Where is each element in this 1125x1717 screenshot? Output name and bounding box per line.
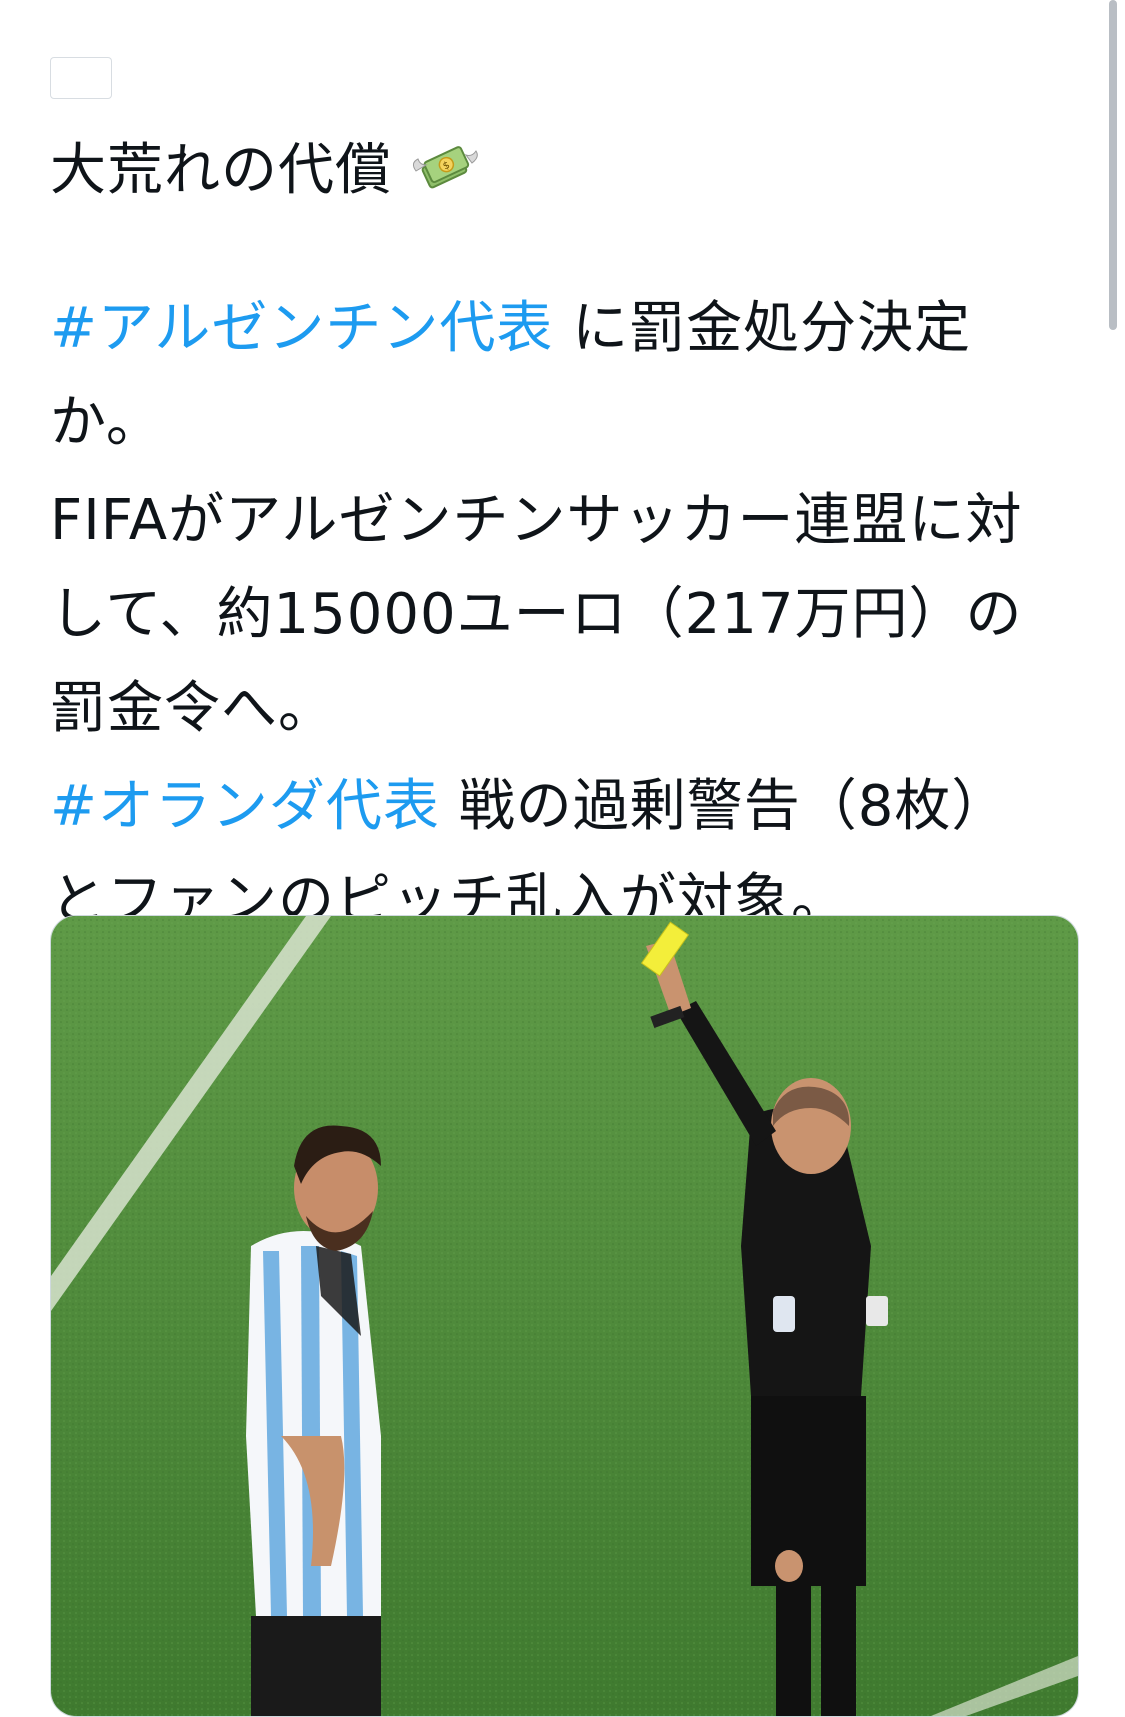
fifa-badge [773, 1296, 795, 1332]
scrollbar[interactable] [1109, 0, 1117, 330]
headline-text: 大荒れの代償 [50, 138, 392, 203]
paragraph-2-text: FIFAがアルゼンチンサッカー連盟に対して、約15000ユーロ（217万円）の罰… [50, 488, 1023, 741]
tweet-paragraph-1: #アルゼンチン代表 に罰金処分決定か。 [50, 282, 1060, 470]
hashtag-netherlands[interactable]: #オランダ代表 [50, 774, 440, 839]
tweet-text: 大荒れの代償 $ #アルゼンチン代表 に罰金処分決定か。 FIFAがアルゼンチン… [50, 30, 1060, 948]
tweet-headline [50, 30, 1060, 124]
tweet-paragraph-2: FIFAがアルゼンチンサッカー連盟に対して、約15000ユーロ（217万円）の罰… [50, 474, 1060, 756]
money-with-wings-icon: $ [410, 132, 478, 226]
tweet-photo[interactable] [50, 915, 1079, 1717]
referee-yellow-card-photo [51, 916, 1078, 1716]
hashtag-argentina[interactable]: #アルゼンチン代表 [50, 296, 553, 361]
argentina-flag-icon [50, 57, 112, 99]
